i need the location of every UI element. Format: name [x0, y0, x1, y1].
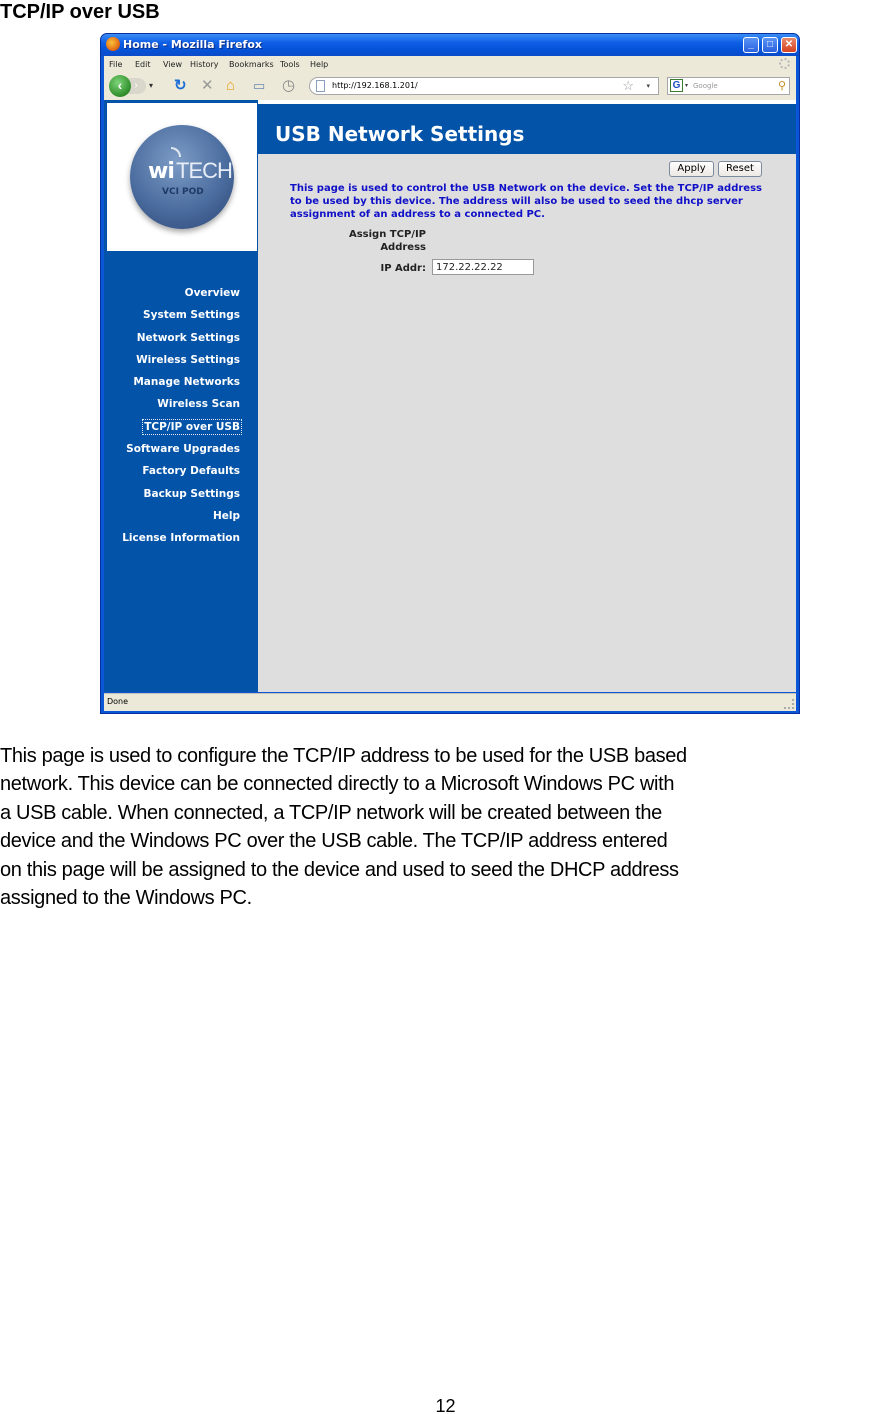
menu-file[interactable]: File	[109, 60, 122, 69]
sidebar-item-software-upgrades[interactable]: Software Upgrades	[92, 441, 242, 463]
menu-history[interactable]: History	[190, 60, 218, 69]
url-text[interactable]: http://192.168.1.201/	[332, 81, 418, 90]
menu-tools[interactable]: Tools	[280, 60, 300, 69]
main-panel: USB Network Settings Apply Reset This pa…	[258, 100, 796, 692]
section-label: Assign TCP/IP Address	[298, 228, 426, 254]
sidebar-item-label: Wireless Scan	[157, 398, 240, 411]
home-icon[interactable]: ⌂	[226, 77, 235, 95]
history-dropdown-icon[interactable]: ▾	[149, 81, 153, 90]
page-number: 12	[435, 1396, 456, 1414]
apply-button[interactable]: Apply	[669, 161, 714, 177]
section-label-line1: Assign TCP/IP	[348, 229, 426, 240]
search-engine-dropdown-icon[interactable]: ▾	[685, 82, 688, 89]
menu-help[interactable]: Help	[310, 60, 328, 69]
section-label-line2: Address	[380, 242, 426, 253]
logo-tech-text: TECH	[176, 158, 233, 183]
sidebar-item-tcpip-over-usb[interactable]: TCP/IP over USB	[92, 418, 242, 441]
sidebar-item-label: Backup Settings	[143, 487, 240, 500]
body-line: on this page will be assigned to the dev…	[0, 858, 679, 881]
intro-text: This page is used to control the USB Net…	[290, 183, 762, 220]
sidebar-item-label: Software Upgrades	[126, 443, 240, 456]
url-bar[interactable]: http://192.168.1.201/ ☆ ▾	[309, 77, 659, 95]
logo-panel: wi TECH VCI POD	[107, 103, 257, 251]
search-bar[interactable]: G ▾ Google ⚲	[667, 77, 790, 95]
reload-icon[interactable]: ↻	[174, 77, 187, 95]
wireless-wave-icon	[171, 147, 181, 157]
minimize-button[interactable]: _	[743, 37, 759, 53]
back-button[interactable]: ‹	[109, 75, 131, 97]
stop-icon[interactable]: ✕	[201, 77, 214, 95]
sidebar-item-system-settings[interactable]: System Settings	[92, 307, 242, 329]
body-line: assigned to the Windows PC.	[0, 887, 252, 910]
body-line: network. This device can be connected di…	[0, 773, 675, 796]
sidebar-item-factory-defaults[interactable]: Factory Defaults	[92, 463, 242, 485]
google-engine-icon[interactable]: G	[670, 79, 683, 92]
sidebar-item-label: Overview	[184, 287, 240, 299]
logo-wi-text: wi	[148, 159, 175, 184]
sidebar-item-label: Help	[212, 509, 240, 522]
maximize-button[interactable]: □	[762, 37, 778, 53]
logo-subtitle: VCI POD	[162, 187, 204, 197]
browser-window: Home - Mozilla Firefox _ □ ✕ File Edit V…	[100, 33, 800, 714]
sidebar-item-label: Factory Defaults	[142, 465, 240, 478]
sidebar-item-wireless-scan[interactable]: Wireless Scan	[92, 396, 242, 418]
new-tab-icon[interactable]: ▭	[253, 77, 265, 95]
sidebar-item-label: License Information	[122, 532, 240, 545]
page-title: USB Network Settings	[275, 122, 525, 146]
reset-button[interactable]: Reset	[718, 161, 762, 177]
sidebar-item-help[interactable]: Help	[92, 508, 242, 530]
window-title: Home - Mozilla Firefox	[123, 38, 262, 51]
navigation-toolbar: › ‹ ▾ ↻ ✕ ⌂ ▭ ◷ http://192.168.1.201/ ☆ …	[104, 73, 796, 100]
document-heading: TCP/IP over USB	[0, 1, 160, 23]
menu-view[interactable]: View	[163, 60, 182, 69]
firefox-icon	[106, 37, 120, 51]
ip-address-input[interactable]	[432, 259, 534, 275]
sidebar-item-backup-settings[interactable]: Backup Settings	[92, 486, 242, 508]
sidebar-nav: Overview System Settings Network Setting…	[92, 285, 242, 553]
sidebar-item-label: Network Settings	[136, 331, 240, 344]
sidebar-item-network-settings[interactable]: Network Settings	[92, 330, 242, 352]
sidebar-item-label: TCP/IP over USB	[142, 418, 242, 435]
menu-edit[interactable]: Edit	[135, 60, 151, 69]
document-body: This page is used to configure the TCP/I…	[0, 742, 891, 912]
sidebar-item-label: Wireless Settings	[136, 353, 240, 366]
resize-grip[interactable]	[784, 699, 794, 709]
page-header: USB Network Settings	[258, 100, 796, 154]
sidebar-item-label: System Settings	[143, 309, 240, 322]
body-line: device and the Windows PC over the USB c…	[0, 830, 668, 853]
status-bar: Done	[104, 693, 796, 711]
search-input[interactable]: Google	[693, 82, 718, 90]
ip-address-label: IP Addr:	[380, 263, 426, 274]
sidebar: wi TECH VCI POD Overview System Settings…	[104, 100, 258, 692]
page-content: wi TECH VCI POD Overview System Settings…	[104, 100, 796, 692]
page-icon	[316, 80, 325, 92]
sidebar-item-label: Manage Networks	[133, 376, 240, 389]
sidebar-item-wireless-settings[interactable]: Wireless Settings	[92, 352, 242, 374]
bookmark-star-icon[interactable]: ☆	[622, 78, 634, 94]
url-dropdown-icon[interactable]: ▾	[646, 82, 650, 90]
menu-bookmarks[interactable]: Bookmarks	[229, 60, 274, 69]
witech-logo: wi TECH VCI POD	[130, 125, 234, 229]
sidebar-item-manage-networks[interactable]: Manage Networks	[92, 374, 242, 396]
history-clock-icon[interactable]: ◷	[282, 77, 295, 95]
status-text: Done	[107, 697, 129, 706]
browser-chrome: File Edit View History Bookmarks Tools H…	[104, 56, 796, 100]
sidebar-item-overview[interactable]: Overview	[92, 285, 242, 307]
close-button[interactable]: ✕	[781, 37, 797, 53]
title-bar[interactable]: Home - Mozilla Firefox _ □ ✕	[101, 34, 799, 56]
body-line: a USB cable. When connected, a TCP/IP ne…	[0, 801, 662, 824]
search-icon[interactable]: ⚲	[778, 79, 786, 92]
menu-bar: File Edit View History Bookmarks Tools H…	[104, 56, 796, 72]
body-line: This page is used to configure the TCP/I…	[0, 745, 687, 767]
sidebar-item-license-information[interactable]: License Information	[92, 530, 242, 552]
throbber-icon	[779, 58, 790, 69]
